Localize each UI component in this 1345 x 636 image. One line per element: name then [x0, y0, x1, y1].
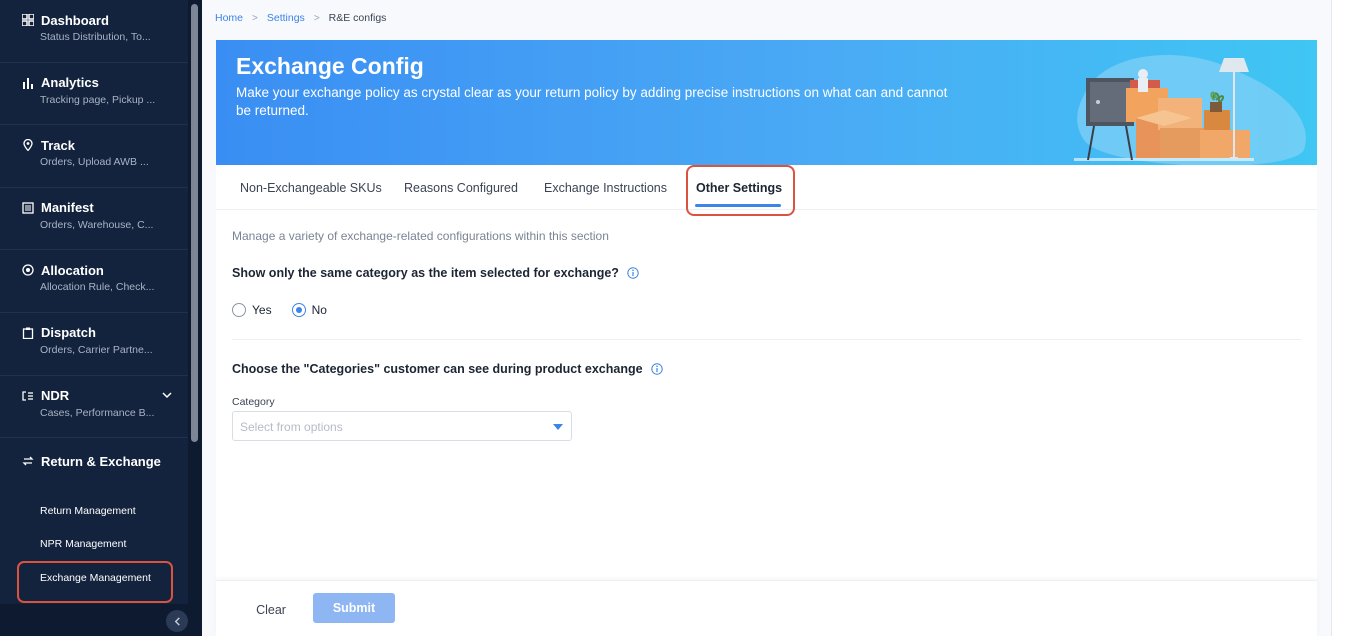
sidebar-subitem-npr-management[interactable]: NPR Management — [0, 528, 188, 562]
page-description: Make your exchange policy as crystal cle… — [236, 85, 948, 118]
sidebar-item-label: Analytics — [41, 75, 99, 91]
bar-chart-icon — [21, 76, 34, 89]
sidebar-nav: Dashboard Status Distribution, To... Ana… — [0, 0, 188, 636]
chevron-down-icon[interactable] — [162, 390, 172, 400]
sidebar-item-label: Return & Exchange — [41, 453, 161, 469]
sidebar-item-subtitle: Allocation Rule, Check... — [40, 281, 155, 294]
category-select-placeholder: Select from options — [240, 420, 343, 434]
radio-yes[interactable]: Yes — [232, 303, 272, 317]
sidebar-item-label: Allocation — [41, 262, 104, 278]
moving-boxes-illustration — [1074, 55, 1306, 165]
sidebar-item-ndr[interactable]: NDR Cases, Performance B... — [0, 376, 188, 439]
same-category-radio-group: Yes No — [232, 303, 347, 317]
breadcrumb-settings[interactable]: Settings — [267, 12, 305, 24]
sidebar-item-subtitle: Cases, Performance B... — [40, 406, 155, 419]
location-pin-icon — [21, 139, 34, 152]
sidebar-item-manifest[interactable]: Manifest Orders, Warehouse, C... — [0, 188, 188, 251]
sidebar-item-subtitle: Orders, Upload AWB ... — [40, 156, 149, 169]
clipboard-icon — [21, 326, 34, 339]
banner: Exchange Config Make your exchange polic… — [216, 40, 1317, 165]
form-footer: Clear Submit — [216, 580, 1317, 636]
info-icon[interactable] — [650, 363, 663, 375]
radio-yes-circle[interactable] — [232, 303, 246, 317]
same-category-question-text: Show only the same category as the item … — [232, 266, 619, 280]
list-icon — [21, 389, 34, 402]
sidebar-item-return-exchange[interactable]: Return & Exchange — [0, 438, 188, 483]
sidebar-item-subtitle: Status Distribution, To... — [40, 31, 151, 43]
sidebar-item-dashboard[interactable]: Dashboard Status Distribution, To... — [0, 0, 188, 63]
category-field-label: Category — [232, 396, 275, 408]
document-icon — [21, 201, 34, 214]
tab-reasons-configured[interactable]: Reasons Configured — [404, 165, 518, 210]
sidebar-item-label: Dashboard — [41, 12, 109, 28]
same-category-question: Show only the same category as the item … — [232, 266, 639, 280]
sidebar-item-label: Manifest — [41, 200, 94, 216]
main-content: Home > Settings > R&E configs Exchange C… — [202, 0, 1331, 636]
section-description: Manage a variety of exchange-related con… — [232, 229, 609, 243]
tab-exchange-instructions[interactable]: Exchange Instructions — [544, 165, 667, 210]
chevron-left-icon — [174, 616, 180, 626]
tab-non-exchangeable-skus[interactable]: Non-Exchangeable SKUs — [240, 165, 382, 210]
categories-question: Choose the "Categories" customer can see… — [232, 362, 663, 376]
clear-button[interactable]: Clear — [242, 595, 300, 625]
info-icon[interactable] — [627, 267, 639, 279]
page-title: Exchange Config — [236, 53, 424, 79]
chevron-right-icon: > — [313, 12, 320, 24]
breadcrumb-home[interactable]: Home — [215, 12, 243, 24]
grid-icon — [21, 14, 34, 27]
category-select[interactable]: Select from options — [232, 411, 572, 441]
window-right-edge — [1331, 0, 1345, 636]
submit-button[interactable]: Submit — [313, 593, 395, 623]
highlight-box-other-settings — [686, 165, 795, 216]
sidebar-subitem-return-management[interactable]: Return Management — [0, 494, 188, 528]
sidebar-item-label: Track — [41, 137, 75, 153]
sidebar-item-subtitle: Tracking page, Pickup ... — [40, 93, 156, 106]
sidebar-item-subtitle: Orders, Warehouse, C... — [40, 218, 154, 231]
sidebar: Dashboard Status Distribution, To... Ana… — [0, 0, 202, 636]
sidebar-item-allocation[interactable]: Allocation Allocation Rule, Check... — [0, 250, 188, 313]
sidebar-item-analytics[interactable]: Analytics Tracking page, Pickup ... — [0, 63, 188, 126]
sidebar-item-track[interactable]: Track Orders, Upload AWB ... — [0, 125, 188, 188]
breadcrumb: Home > Settings > R&E configs — [215, 12, 386, 24]
radio-yes-label: Yes — [252, 303, 272, 317]
caret-down-icon — [553, 424, 563, 430]
radio-no[interactable]: No — [291, 303, 327, 317]
radio-no-circle[interactable] — [291, 303, 306, 317]
sidebar-item-dispatch[interactable]: Dispatch Orders, Carrier Partne... — [0, 313, 188, 376]
highlight-box-exchange-management — [17, 561, 173, 603]
sidebar-item-subtitle: Orders, Carrier Partne... — [40, 343, 153, 356]
config-card: Exchange Config Make your exchange polic… — [216, 40, 1317, 636]
swap-icon — [21, 455, 34, 468]
sidebar-item-label: Dispatch — [41, 325, 96, 341]
collapse-sidebar-button[interactable] — [166, 610, 188, 632]
breadcrumb-current: R&E configs — [328, 12, 387, 24]
radio-no-label: No — [311, 303, 327, 317]
sidebar-item-label: NDR — [41, 388, 70, 404]
section-divider — [232, 339, 1301, 340]
target-icon — [21, 264, 34, 277]
categories-question-text: Choose the "Categories" customer can see… — [232, 362, 643, 376]
sidebar-scrollbar[interactable] — [191, 4, 198, 442]
chevron-right-icon: > — [252, 12, 258, 24]
